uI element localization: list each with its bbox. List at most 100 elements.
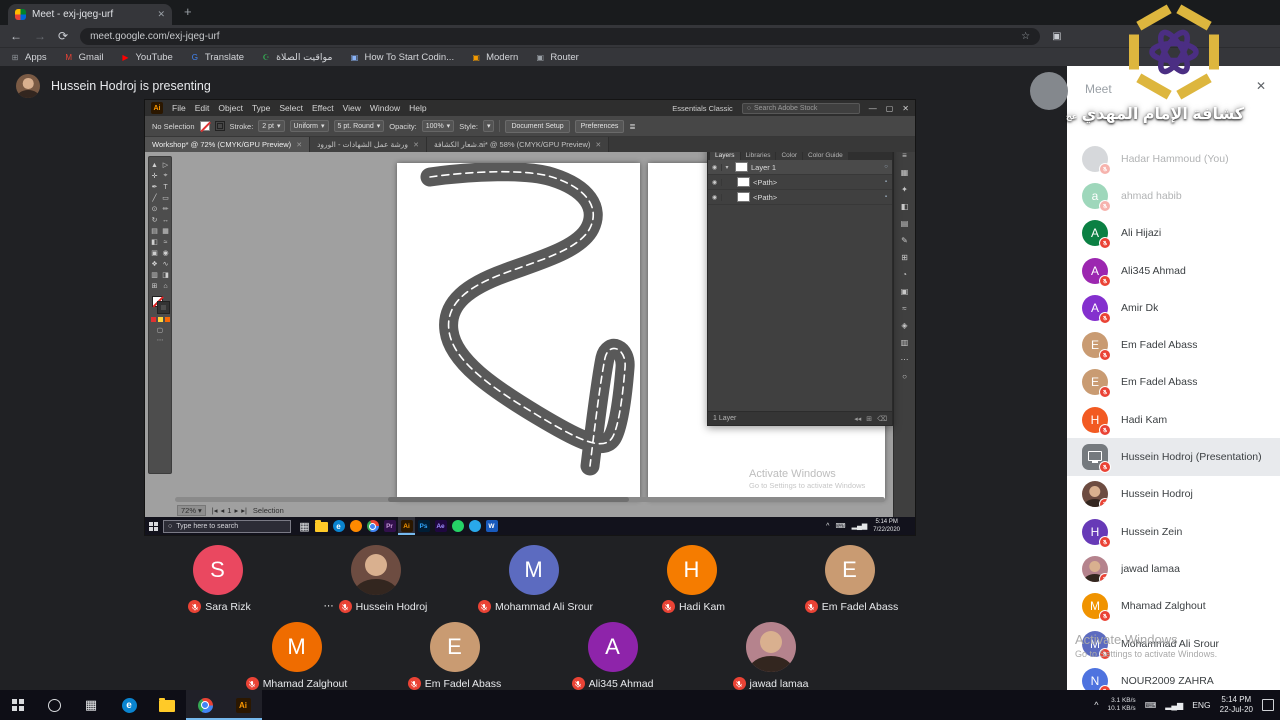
tool-icon[interactable]: ╱ — [150, 193, 160, 203]
panel-tab[interactable]: Libraries — [741, 152, 776, 160]
taskbar-app-button[interactable] — [148, 690, 186, 720]
tile-menu-icon[interactable]: ⋯ — [324, 601, 335, 612]
tool-icon[interactable]: ▤ — [150, 226, 160, 236]
taskbar-app-button[interactable]: e — [330, 517, 347, 535]
taskbar-clock[interactable]: 5:14 PM 22-Jul-20 — [1220, 695, 1253, 716]
tab-close-icon[interactable]: ✕ — [296, 141, 302, 149]
bookmark-star-icon[interactable]: ☆ — [1021, 31, 1030, 42]
tool-icon[interactable]: ⌖ — [161, 171, 171, 181]
tool-icon[interactable]: ◉ — [161, 248, 171, 258]
tab-close-icon[interactable]: ✕ — [595, 141, 601, 149]
stroke-swatch[interactable] — [215, 121, 225, 131]
bookmark-item[interactable]: ☪ مواقيت الصلاة — [261, 52, 332, 63]
align-icons[interactable]: ≣ — [629, 122, 635, 131]
participant-row[interactable]: A Ali345 Ahmad — [1067, 252, 1280, 289]
tray-chevron-icon[interactable]: ^ — [826, 523, 829, 530]
visibility-eye-icon[interactable]: ◉ — [708, 164, 722, 171]
tool-icon[interactable]: ❖ — [150, 259, 160, 269]
participant-tile[interactable]: E Em Fadel Abass — [825, 545, 875, 613]
opacity-field[interactable]: 100%▾ — [422, 120, 454, 132]
taskbar-app-button[interactable] — [186, 690, 224, 720]
camera-permission-icon[interactable]: ▣ — [1052, 31, 1061, 42]
taskbar-app-button[interactable] — [313, 517, 330, 535]
back-icon[interactable]: ← — [10, 29, 22, 43]
taskbar-app-button[interactable]: Ai — [224, 690, 262, 720]
panel-icon[interactable]: ▥ — [901, 338, 909, 347]
panel-tab[interactable]: Color — [776, 152, 802, 160]
participant-row[interactable]: Hadar Hammoud (You) — [1067, 140, 1280, 177]
road-path-artwork[interactable] — [397, 163, 640, 500]
menu-item[interactable]: Help — [409, 103, 426, 113]
start-button[interactable] — [149, 522, 158, 531]
keyboard-icon[interactable]: ⌨ — [835, 522, 845, 530]
menu-item[interactable]: Edit — [195, 103, 210, 113]
zoom-level[interactable]: 72%▾ — [177, 505, 206, 516]
tool-icon[interactable]: ⊙ — [150, 204, 160, 214]
tab-close-icon[interactable]: ✕ — [413, 141, 419, 149]
taskbar-app-button[interactable]: W — [483, 517, 500, 535]
stroke-color-swatch[interactable] — [158, 302, 169, 313]
layer-row[interactable]: ◉ ▾ Layer 1 ○ — [708, 160, 892, 175]
fill-stroke-swatches[interactable] — [152, 296, 169, 313]
taskbar-app-button[interactable] — [347, 517, 364, 535]
forward-icon[interactable]: → — [34, 29, 46, 43]
participant-row[interactable]: A Ali Hijazi — [1067, 215, 1280, 252]
target-circle-icon[interactable]: ○ — [880, 164, 892, 170]
new-tab-button[interactable]: + — [184, 4, 192, 19]
document-tab[interactable]: شعار الكشافة.ai* @ 58% (CMYK/GPU Preview… — [427, 137, 609, 152]
panel-tab[interactable]: Layers — [710, 152, 740, 160]
selection-square-icon[interactable]: ▪ — [880, 179, 892, 185]
menu-item[interactable]: File — [172, 103, 186, 113]
network-signal-icon[interactable]: ▂▄▆ — [852, 522, 868, 530]
taskbar-app-button[interactable]: ▦ — [296, 517, 313, 535]
reload-icon[interactable]: ⟳ — [58, 29, 68, 43]
selection-square-icon[interactable]: ▪ — [880, 194, 892, 200]
tool-icon[interactable]: ◨ — [161, 270, 171, 280]
participant-row[interactable]: Hussein Hodroj (Presentation) — [1067, 438, 1280, 475]
participant-row[interactable]: a ahmad habib — [1067, 177, 1280, 214]
path-name[interactable]: <Path> — [753, 193, 880, 202]
panel-icon[interactable]: ⊞ — [901, 253, 908, 262]
tool-icon[interactable]: ≈ — [161, 237, 171, 247]
workspace-switcher[interactable]: Essentials Classic — [672, 104, 732, 113]
tool-icon[interactable]: ↔ — [161, 215, 171, 225]
panel-icon[interactable]: ≈ — [902, 304, 906, 313]
cortana-search-button[interactable] — [36, 690, 72, 720]
tool-icon[interactable]: ▭ — [161, 193, 171, 203]
menu-item[interactable]: Window — [370, 103, 400, 113]
bookmark-item[interactable]: M Gmail — [64, 52, 104, 63]
menu-item[interactable]: Effect — [312, 103, 334, 113]
bookmark-item[interactable]: ⊞ Apps — [10, 52, 47, 63]
participant-tile[interactable]: M Mhamad Zalghout — [272, 622, 322, 690]
bookmark-item[interactable]: ▣ Router — [535, 52, 579, 63]
width-profile-field[interactable]: Uniform▾ — [290, 120, 329, 132]
panel-icon[interactable]: ○ — [902, 372, 907, 381]
participant-tile[interactable]: H Hadi Kam — [667, 545, 717, 613]
bookmark-item[interactable]: ▣ Modern — [471, 52, 518, 63]
bookmark-item[interactable]: ▣ How To Start Codin... — [350, 52, 455, 63]
menu-item[interactable]: Select — [279, 103, 303, 113]
taskbar-app-button[interactable]: Ae — [432, 517, 449, 535]
tool-icon[interactable]: ▷ — [161, 160, 171, 170]
maximize-icon[interactable]: ▢ — [886, 104, 894, 113]
network-signal-icon[interactable]: ▂▄▆ — [1165, 701, 1183, 710]
participant-row[interactable]: E Em Fadel Abass — [1067, 364, 1280, 401]
visibility-eye-icon[interactable]: ◉ — [708, 179, 722, 186]
participant-row[interactable]: H Hadi Kam — [1067, 401, 1280, 438]
new-layer-icon[interactable]: ⊞ — [866, 415, 872, 423]
participant-tile[interactable]: ⋯ Hussein Hodroj — [351, 545, 401, 613]
artboard-1[interactable] — [397, 163, 640, 500]
tool-icon[interactable]: ✏ — [161, 204, 171, 214]
taskbar-app-button[interactable]: ▦ — [72, 690, 110, 720]
tool-icon[interactable]: ▦ — [161, 226, 171, 236]
menu-item[interactable]: Object — [218, 103, 243, 113]
taskbar-app-button[interactable]: Ai — [398, 517, 415, 535]
tray-chevron-icon[interactable]: ^ — [1094, 700, 1098, 710]
taskbar-app-button[interactable]: Ps — [415, 517, 432, 535]
path-name[interactable]: <Path> — [753, 178, 880, 187]
screen-mode-icons[interactable]: ▢⋯ — [157, 326, 164, 344]
shared-search-box[interactable]: ○ Type here to search — [163, 520, 291, 533]
sublayer-row[interactable]: ◉ <Path> ▪ — [708, 175, 892, 190]
panel-icon[interactable]: ≡ — [902, 152, 907, 160]
participant-row[interactable]: M Mohammad Ali Srour — [1067, 625, 1280, 662]
